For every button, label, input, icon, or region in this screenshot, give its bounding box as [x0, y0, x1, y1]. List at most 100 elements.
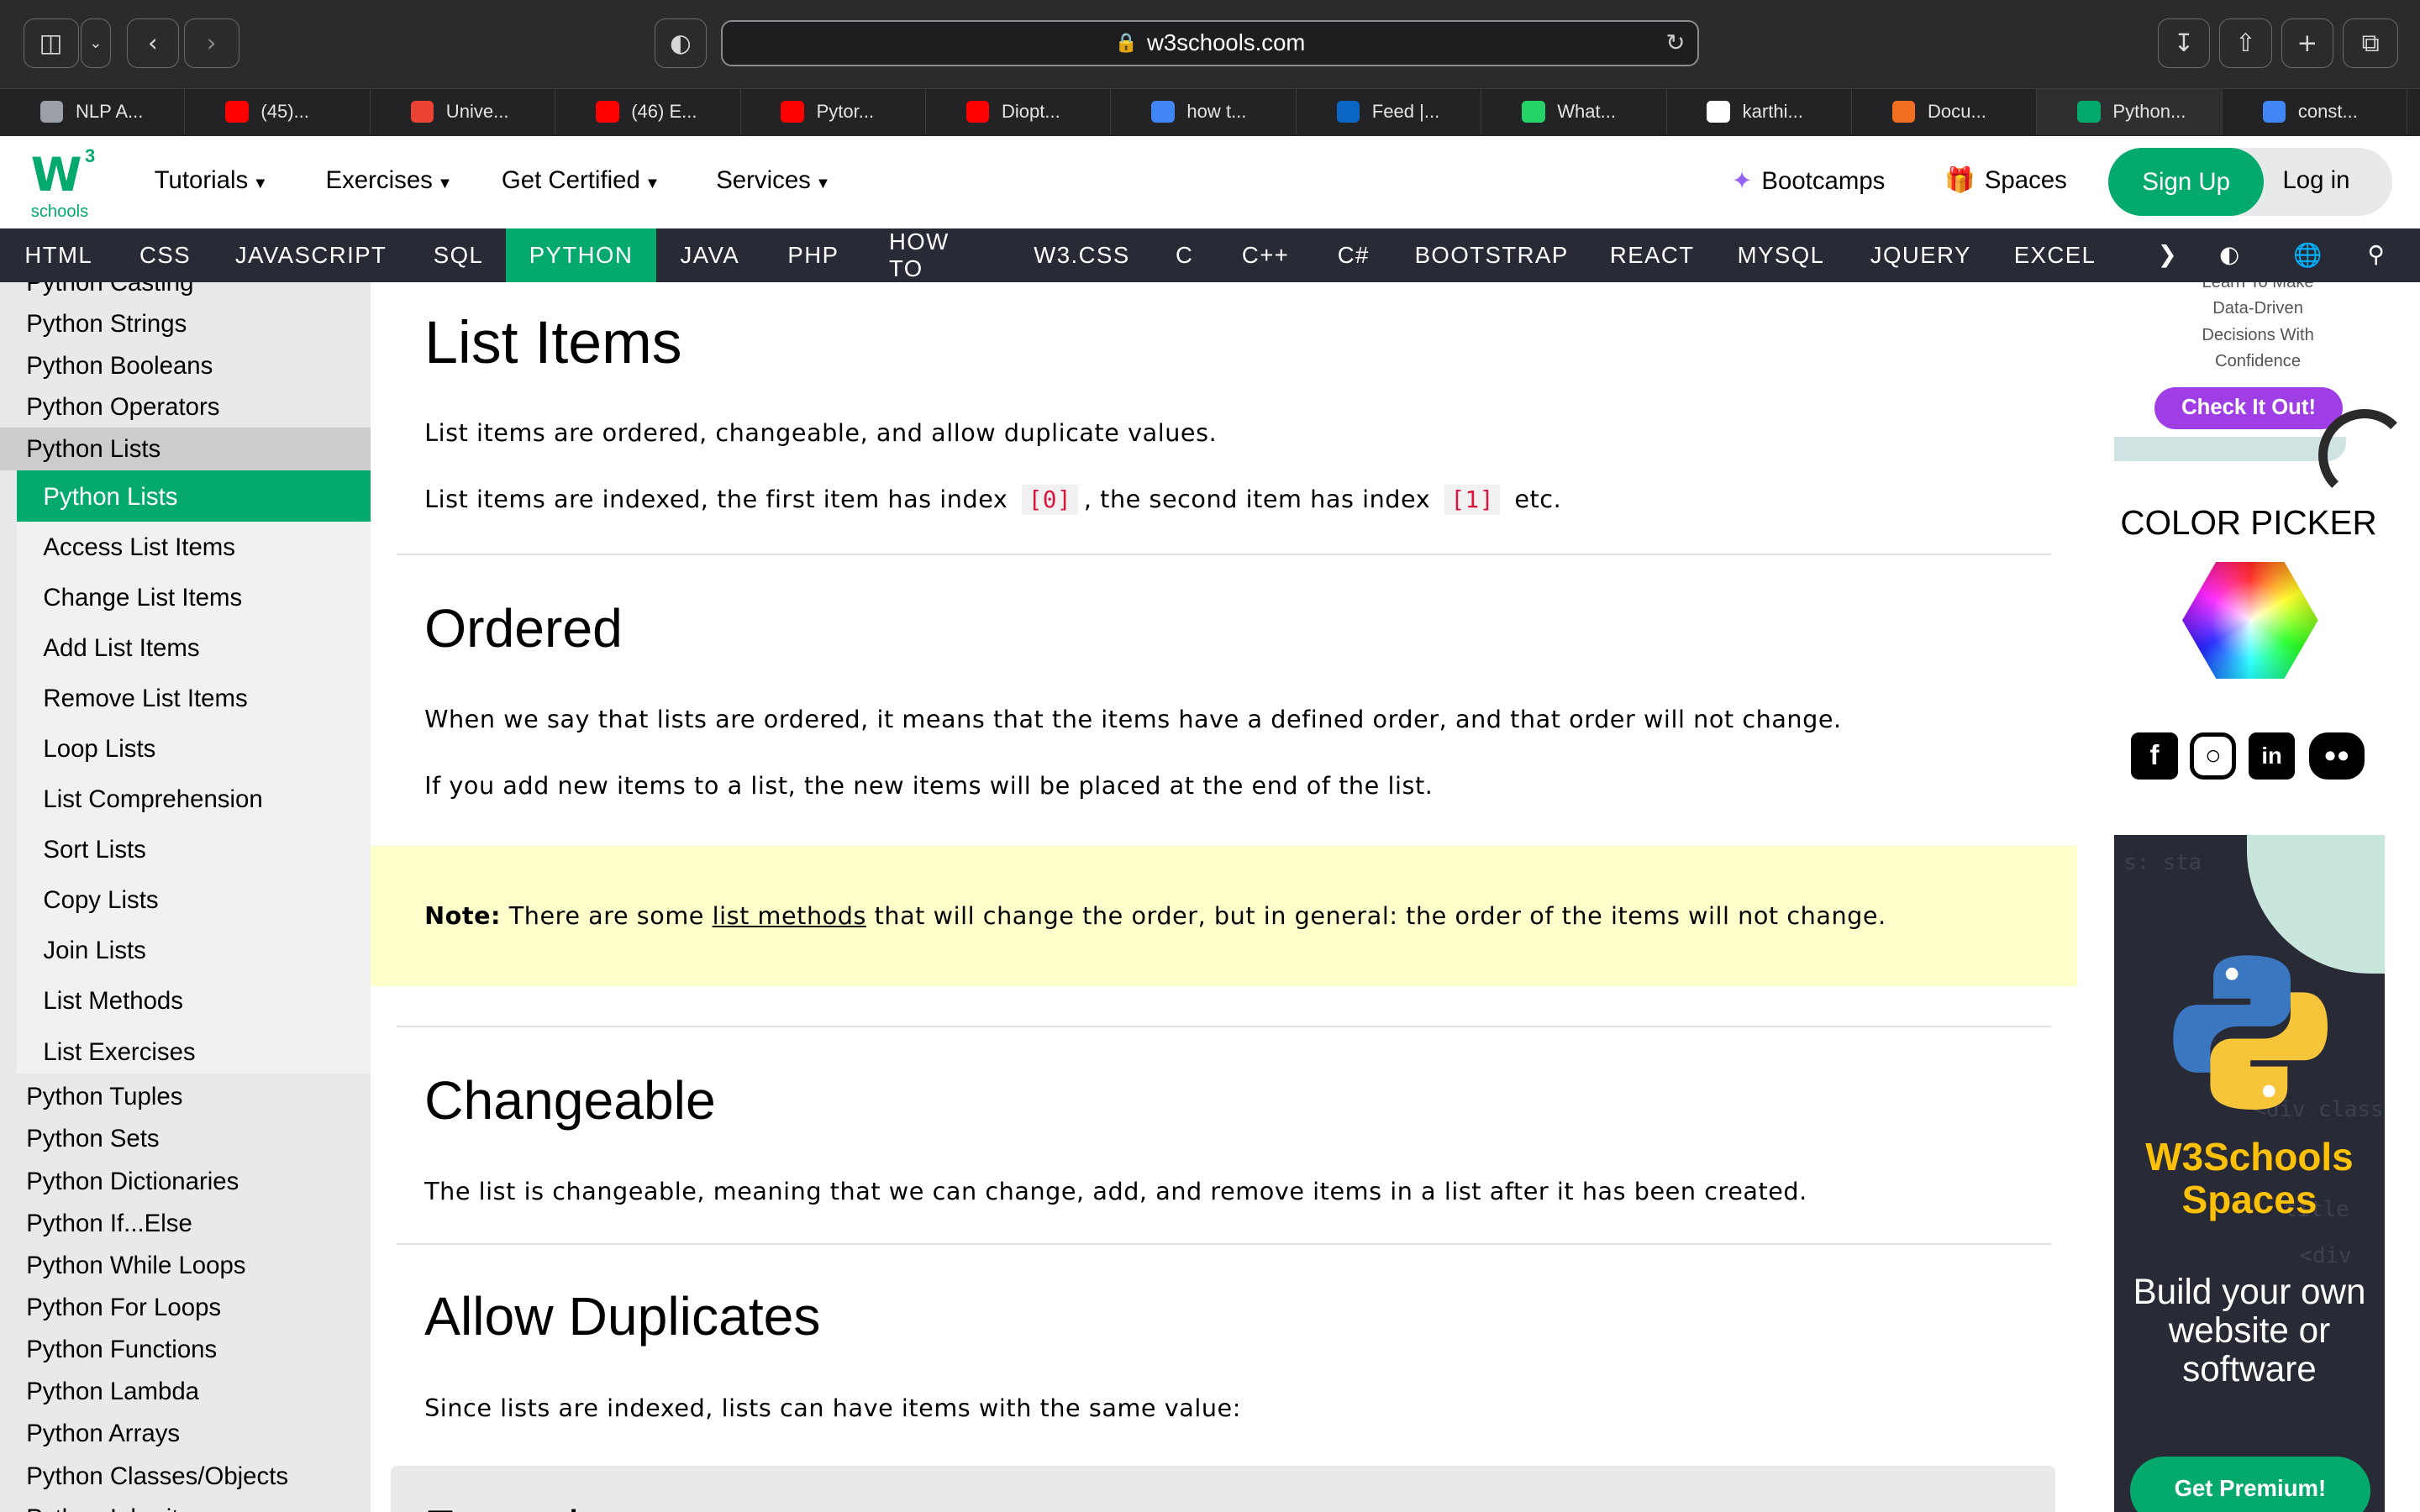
index-paragraph: List items are indexed, the first item h…: [424, 484, 1562, 515]
sidebar-subitem[interactable]: Add List Items: [43, 634, 199, 663]
tab-label: (45)...: [260, 101, 309, 123]
lock-icon: 🔒: [1114, 32, 1139, 54]
sidebar-item[interactable]: Python Casting: [26, 282, 193, 297]
sidebar-subitem[interactable]: Change List Items: [43, 584, 242, 612]
caret-down-icon: ▼: [437, 174, 453, 192]
url-text: w3schools.com: [1147, 29, 1306, 56]
sidebar-subitem[interactable]: Loop Lists: [43, 735, 155, 764]
intro-paragraph: List items are ordered, changeable, and …: [424, 417, 1218, 447]
lang-tab-bootstrap[interactable]: BOOTSTRAP: [1415, 228, 1568, 282]
sidebar-item[interactable]: Python Arrays: [26, 1420, 180, 1448]
browser-tab[interactable]: Pytor...: [741, 88, 926, 135]
sidebar-item[interactable]: Python While Loops: [26, 1252, 245, 1280]
sidebar-subitem[interactable]: List Exercises: [43, 1038, 195, 1067]
lang-tab-excel[interactable]: EXCEL: [2014, 228, 2095, 282]
sidebar-item[interactable]: Python For Loops: [26, 1294, 221, 1322]
sidebar-subitem[interactable]: Copy Lists: [43, 886, 158, 915]
discord-icon[interactable]: ●●: [2308, 732, 2365, 780]
lang-tab-mysql[interactable]: MYSQL: [1738, 228, 1823, 282]
address-bar[interactable]: 🔒 w3schools.com ↻: [720, 19, 1700, 66]
ad-banner-data[interactable]: Learn To Make Data-Driven Decisions With…: [2114, 282, 2411, 501]
instagram-icon[interactable]: ○: [2190, 732, 2237, 780]
sidebar-item[interactable]: Python Classes/Objects: [26, 1462, 288, 1491]
sidebar-item[interactable]: Python Operators: [26, 393, 219, 422]
lang-tab-w3-css[interactable]: W3.CSS: [1034, 228, 1128, 282]
linkedin-icon[interactable]: in: [2249, 732, 2296, 780]
search-icon[interactable]: ⚲: [2367, 241, 2384, 268]
lang-tab-jquery[interactable]: JQUERY: [1870, 228, 1970, 282]
caret-down-icon: ▼: [815, 174, 831, 192]
back-icon[interactable]: ‹: [126, 18, 180, 68]
browser-tab[interactable]: const...: [2223, 88, 2408, 135]
lang-tab-how-to[interactable]: HOW TO: [889, 228, 988, 282]
sidebar-item[interactable]: Python Inheritance: [26, 1504, 232, 1512]
browser-tab[interactable]: karthi...: [1667, 88, 1853, 135]
share-icon[interactable]: ⇧: [2219, 18, 2272, 68]
lang-tab-react[interactable]: REACT: [1610, 228, 1693, 282]
sidebar-subitem[interactable]: List Comprehension: [43, 785, 262, 814]
list-methods-link[interactable]: list methods: [713, 901, 866, 930]
sidebar-item[interactable]: Python Lambda: [26, 1378, 199, 1406]
color-picker-hexagon-icon[interactable]: [2182, 561, 2318, 680]
sidebar-subitem[interactable]: Join Lists: [43, 937, 145, 965]
lang-tab-c-[interactable]: C++: [1242, 228, 1288, 282]
reload-icon[interactable]: ↻: [1665, 29, 1685, 56]
lang-tab-html[interactable]: HTML: [24, 228, 92, 282]
browser-tab[interactable]: NLP A...: [0, 88, 186, 135]
bootcamps-link[interactable]: ✦ Bootcamps: [1732, 166, 1886, 196]
browser-tab[interactable]: Python...: [2037, 88, 2223, 135]
sidebar-item[interactable]: Python Tuples: [26, 1083, 182, 1111]
sidebar-item[interactable]: Python Dictionaries: [26, 1168, 239, 1196]
sidebar-item[interactable]: Python Functions: [26, 1336, 217, 1364]
facebook-icon[interactable]: f: [2131, 732, 2178, 780]
privacy-shield-icon[interactable]: ◐: [654, 18, 708, 68]
browser-tab[interactable]: Feed |...: [1297, 88, 1482, 135]
browser-tab[interactable]: (45)...: [185, 88, 371, 135]
sidebar-subitem[interactable]: Remove List Items: [43, 685, 247, 713]
spaces-link[interactable]: 🎁 Spaces: [1944, 166, 2067, 195]
nav-get-certified[interactable]: Get Certified ▼: [502, 166, 660, 195]
spaces-ad[interactable]: s: sta { <div className title <div W3Sch…: [2114, 834, 2385, 1512]
forward-icon[interactable]: ›: [183, 18, 239, 68]
lang-tab-sql[interactable]: SQL: [434, 228, 483, 282]
browser-tab[interactable]: how t...: [1111, 88, 1297, 135]
sign-up-button[interactable]: Sign Up: [2107, 148, 2265, 217]
sidebar-subitem[interactable]: Access List Items: [43, 533, 235, 562]
lang-tab-python[interactable]: PYTHON: [506, 228, 656, 283]
lang-tab-css[interactable]: CSS: [139, 228, 190, 282]
browser-tab[interactable]: (46) E...: [555, 88, 741, 135]
tab-favicon-icon: [1521, 101, 1545, 123]
sidebar-item[interactable]: Python If...Else: [26, 1210, 192, 1238]
tab-overview-icon[interactable]: ⧉: [2343, 18, 2399, 68]
w3schools-logo[interactable]: W 3 schools: [28, 145, 105, 221]
sidebar-item-python-lists[interactable]: Python Lists: [26, 435, 160, 464]
nav-services[interactable]: Services ▼: [716, 166, 830, 195]
sidebar-item[interactable]: Python Strings: [26, 310, 187, 339]
nav-tutorials[interactable]: Tutorials ▼: [155, 166, 268, 195]
chevron-right-icon[interactable]: ❯: [2158, 241, 2177, 268]
check-it-out-button[interactable]: Check It Out!: [2154, 387, 2344, 429]
nav-exercises[interactable]: Exercises ▼: [326, 166, 453, 195]
browser-tab[interactable]: Docu...: [1852, 88, 2038, 135]
new-tab-icon[interactable]: +: [2281, 18, 2334, 68]
sidebar-toggle-icon[interactable]: ◫: [23, 18, 79, 68]
sidebar-subitem[interactable]: List Methods: [43, 987, 183, 1016]
lang-tab-java[interactable]: JAVA: [681, 228, 739, 282]
lang-tab-c[interactable]: C: [1176, 228, 1192, 282]
sidebar-subitem[interactable]: Sort Lists: [43, 836, 145, 864]
lang-tab-c-[interactable]: C#: [1338, 228, 1369, 282]
chevron-down-icon[interactable]: ⌄: [80, 18, 112, 68]
contrast-icon[interactable]: ◐: [2219, 241, 2239, 268]
sidebar-subitem-active[interactable]: Python Lists: [43, 483, 177, 512]
browser-tab[interactable]: Unive...: [371, 88, 556, 135]
get-premium-button[interactable]: Get Premium!: [2129, 1456, 2371, 1512]
globe-icon[interactable]: 🌐: [2293, 241, 2322, 269]
browser-tab[interactable]: Diopt...: [926, 88, 1112, 135]
lang-tab-php[interactable]: PHP: [787, 228, 839, 282]
browser-tab[interactable]: What...: [1481, 88, 1667, 135]
lang-tab-javascript[interactable]: JAVASCRIPT: [235, 228, 386, 282]
sidebar-item[interactable]: Python Booleans: [26, 352, 213, 381]
download-icon[interactable]: ↧: [2157, 18, 2211, 68]
sidebar-item[interactable]: Python Sets: [26, 1125, 159, 1153]
log-in-button[interactable]: Log in: [2282, 166, 2349, 195]
